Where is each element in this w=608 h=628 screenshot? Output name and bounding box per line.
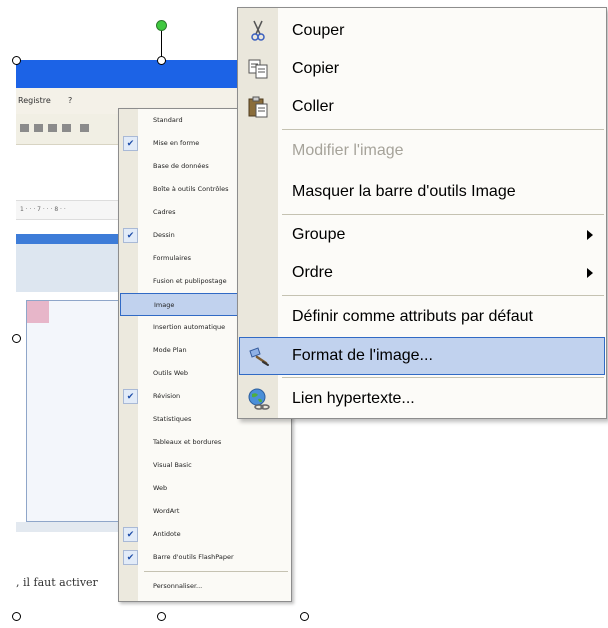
menu-item-order[interactable]: Ordre [239, 254, 605, 292]
align-left-icon [20, 124, 29, 132]
scissors-icon [251, 20, 265, 41]
toolbar-item-label: Statistiques [153, 415, 192, 423]
picture-bottom-strip [16, 522, 126, 532]
toolbar-item-label: Insertion automatique [153, 323, 226, 331]
picture-blue-band [16, 234, 126, 244]
picture-ruler: 1 · · · 7 · · · 8 · · [16, 200, 130, 220]
toolbar-item-label: Mise en forme [153, 139, 200, 147]
check-icon: ✔ [123, 527, 138, 542]
toolbar-item-label: Outils Web [153, 369, 189, 377]
toolbar-customize-label: Personnaliser... [153, 582, 203, 590]
paste-icon [248, 96, 268, 118]
toolbar-item-flashpaper[interactable]: ✔ Barre d'outils FlashPaper [120, 546, 290, 569]
menu-item-label: Lien hypertexte... [292, 390, 415, 407]
context-menu: Couper Copier Coller Modifier l'image Ma… [237, 7, 607, 419]
toolbar-item-web[interactable]: Web [120, 477, 290, 500]
picture-menu-fragment: Registre [18, 96, 51, 105]
menu-item-hyperlink[interactable]: Lien hypertexte... [239, 380, 605, 418]
toolbar-item-wordart[interactable]: WordArt [120, 500, 290, 523]
menu-separator [282, 377, 604, 378]
picture-grey-area [16, 244, 126, 292]
resize-handle-bottom-right[interactable] [300, 612, 309, 621]
menu-item-set-default[interactable]: Définir comme attributs par défaut [239, 298, 605, 336]
check-icon: ✔ [123, 550, 138, 565]
align-right-icon [48, 124, 57, 132]
justify-icon [62, 124, 71, 132]
toolbar-item-label: Cadres [153, 208, 176, 216]
menu-item-group[interactable]: Groupe [239, 216, 605, 254]
toolbar-item-label: Mode Plan [153, 346, 187, 354]
resize-handle-top[interactable] [157, 56, 166, 65]
menu-item-edit-picture: Modifier l'image [239, 132, 605, 170]
toolbar-item-label: WordArt [153, 507, 180, 515]
menu-item-label: Format de l'image... [292, 347, 433, 364]
resize-handle-left[interactable] [12, 334, 21, 343]
toolbar-item-label: Fusion et publipostage [153, 277, 227, 285]
menu-item-label: Copier [292, 60, 340, 77]
menu-item-cut[interactable]: Couper [239, 12, 605, 50]
picture-panel [26, 300, 124, 522]
menu-item-format-picture[interactable]: Format de l'image... [239, 337, 605, 375]
toolbar-item-label: Révision [153, 392, 181, 400]
toolbar-item-tableaux[interactable]: Tableaux et bordures [120, 431, 290, 454]
check-icon: ✔ [123, 389, 138, 404]
rotation-handle-line [161, 30, 162, 57]
resize-handle-top-left[interactable] [12, 56, 21, 65]
toolbar-item-label: Visual Basic [153, 461, 192, 469]
menu-separator [282, 214, 604, 215]
resize-handle-bottom-left[interactable] [12, 612, 21, 621]
menu-item-copy[interactable]: Copier [239, 50, 605, 88]
menu-item-label: Couper [292, 22, 345, 39]
menu-separator [282, 295, 604, 296]
check-icon: ✔ [123, 228, 138, 243]
rotation-handle[interactable] [156, 20, 167, 31]
toolbar-item-label: Image [154, 301, 175, 309]
menu-item-label: Groupe [292, 226, 346, 243]
format-picture-icon [249, 347, 269, 366]
submenu-arrow-icon [587, 230, 593, 240]
menu-separator [282, 129, 604, 130]
copy-icon [248, 59, 268, 79]
toolbar-item-label: Barre d'outils FlashPaper [153, 553, 234, 561]
toolbar-item-label: Boîte à outils Contrôles [153, 185, 229, 193]
menu-item-paste[interactable]: Coller [239, 88, 605, 126]
toolbar-item-antidote[interactable]: ✔ Antidote [120, 523, 290, 546]
line-spacing-icon [80, 124, 89, 132]
picture-panel-corner [27, 301, 49, 323]
check-icon: ✔ [123, 136, 138, 151]
picture-body-text: , il faut activer [16, 576, 98, 589]
toolbar-item-label: Dessin [153, 231, 175, 239]
menu-item-label: Coller [292, 98, 334, 115]
menu-item-hide-picture-toolbar[interactable]: Masquer la barre d'outils Image [239, 173, 605, 211]
toolbar-item-visual-basic[interactable]: Visual Basic [120, 454, 290, 477]
toolbar-item-label: Formulaires [153, 254, 192, 262]
menu-item-label: Modifier l'image [292, 142, 404, 159]
toolbar-item-label: Base de données [153, 162, 209, 170]
toolbar-item-label: Web [153, 484, 168, 492]
picture-menu-fragment-2: ? [68, 96, 73, 105]
hyperlink-globe-icon [248, 388, 270, 410]
submenu-arrow-icon [587, 268, 593, 278]
align-center-icon [34, 124, 43, 132]
toolbar-item-label: Standard [153, 116, 183, 124]
menu-item-label: Ordre [292, 264, 333, 281]
resize-handle-bottom[interactable] [157, 612, 166, 621]
menu-item-label: Masquer la barre d'outils Image [292, 183, 516, 200]
menu-separator [144, 571, 288, 572]
toolbar-item-label: Tableaux et bordures [153, 438, 222, 446]
toolbar-item-label: Antidote [153, 530, 181, 538]
menu-item-label: Définir comme attributs par défaut [292, 308, 533, 325]
toolbar-customize[interactable]: Personnaliser... [120, 575, 290, 598]
